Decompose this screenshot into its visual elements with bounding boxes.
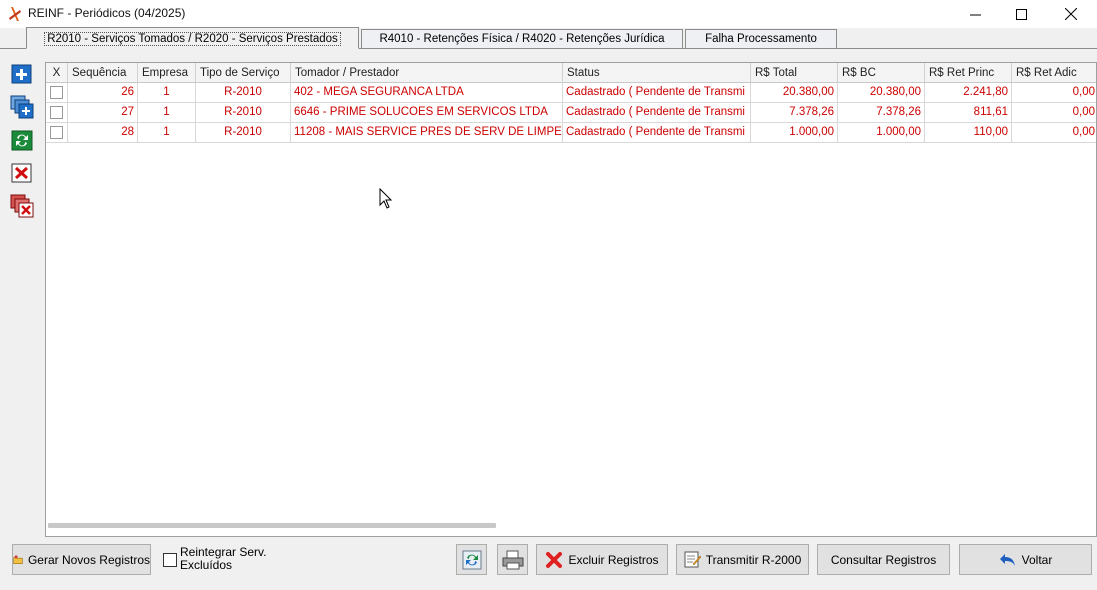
table-row[interactable]: 27 1 R-2010 6646 - PRIME SOLUCOES EM SER…	[46, 103, 1096, 123]
reintegrar-checkbox-group[interactable]: Reintegrar Serv. Excluídos	[163, 545, 283, 577]
gerar-novos-registros-button[interactable]: Gerar Novos Registros	[12, 544, 151, 575]
col-header-tomador[interactable]: Tomador / Prestador	[291, 63, 563, 83]
minimize-button[interactable]	[952, 0, 998, 28]
consultar-label: Consultar Registros	[830, 552, 937, 567]
row-checkbox[interactable]	[50, 106, 63, 119]
cell-status: Cadastrado ( Pendente de Transmi	[563, 103, 751, 122]
tab-label: R2010 - Serviços Tomados / R2020 - Servi…	[44, 32, 341, 46]
row-checkbox[interactable]	[50, 86, 63, 99]
table-row[interactable]: 28 1 R-2010 11208 - MAIS SERVICE PRES DE…	[46, 123, 1096, 143]
refresh-icon	[11, 130, 33, 151]
col-header-empresa[interactable]: Empresa	[138, 63, 196, 83]
excluir-registros-button[interactable]: Excluir Registros	[536, 544, 668, 575]
tab-falha-processamento[interactable]: Falha Processamento	[685, 29, 837, 48]
gerar-label: Gerar Novos Registros	[27, 552, 150, 567]
cell-tipo: R-2010	[196, 83, 291, 102]
title-bar: REINF - Periódicos (04/2025)	[0, 0, 1097, 28]
cell-total: 20.380,00	[751, 83, 838, 102]
app-logo-icon	[9, 7, 21, 21]
consultar-registros-button[interactable]: Consultar Registros	[817, 544, 950, 575]
horizontal-scrollbar[interactable]	[48, 523, 496, 528]
folder-icon	[13, 554, 23, 564]
cell-total: 7.378,26	[751, 103, 838, 122]
cell-ret-adic: 0,00	[1072, 106, 1095, 118]
col-header-x[interactable]: X	[46, 63, 68, 83]
col-header-status[interactable]: Status	[563, 63, 751, 83]
delete-icon	[11, 163, 32, 183]
row-select-cell	[46, 103, 68, 122]
row-select-cell	[46, 83, 68, 102]
cell-ret-princ: 110,00	[925, 123, 1012, 142]
delete-x-icon	[546, 551, 563, 568]
print-button[interactable]	[497, 544, 528, 575]
col-header-ret-princ[interactable]: R$ Ret Princ	[925, 63, 1012, 83]
cell-status: Cadastrado ( Pendente de Transmi	[563, 83, 751, 102]
delete-multiple-icon	[10, 194, 34, 218]
close-icon	[1065, 8, 1077, 20]
cell-ret-adic: 0,00	[1072, 126, 1095, 138]
voltar-label: Voltar	[1021, 552, 1053, 567]
bottom-bar: Gerar Novos Registros Reintegrar Serv. E…	[0, 537, 1097, 590]
add-multiple-button[interactable]	[10, 95, 34, 119]
maximize-icon	[1015, 8, 1027, 20]
cell-ret-princ: 811,61	[925, 103, 1012, 122]
row-select-cell	[46, 123, 68, 142]
add-icon	[11, 64, 32, 84]
col-header-ret-adic[interactable]: R$ Ret Adic	[1012, 63, 1096, 83]
add-multiple-icon	[10, 95, 34, 119]
cell-empresa: 1	[138, 123, 196, 142]
refresh-button[interactable]	[10, 128, 34, 152]
refresh-bottom-button[interactable]	[456, 544, 487, 575]
minimize-icon	[969, 14, 981, 15]
cell-bc: 20.380,00	[838, 83, 925, 102]
reintegrar-label-line2: Excluídos	[180, 558, 233, 572]
table-row[interactable]: 26 1 R-2010 402 - MEGA SEGURANCA LTDA Ca…	[46, 83, 1096, 103]
cell-sequencia: 27	[68, 103, 138, 122]
transmitir-label: Transmitir R-2000	[705, 552, 802, 567]
maximize-button[interactable]	[998, 0, 1044, 28]
tab-r2010[interactable]: R2010 - Serviços Tomados / R2020 - Servi…	[26, 27, 359, 49]
excluir-label: Excluir Registros	[568, 552, 659, 567]
cell-bc: 1.000,00	[838, 123, 925, 142]
cell-sequencia: 28	[68, 123, 138, 142]
cell-sequencia: 26	[68, 83, 138, 102]
tab-r4010[interactable]: R4010 - Retenções Física / R4020 - Reten…	[361, 29, 683, 48]
col-header-bc[interactable]: R$ BC	[838, 63, 925, 83]
add-record-button[interactable]	[10, 62, 34, 86]
col-header-sequencia[interactable]: Sequência	[68, 63, 138, 83]
cell-tipo: R-2010	[196, 103, 291, 122]
cell-status: Cadastrado ( Pendente de Transmi	[563, 123, 751, 142]
cell-ret-princ: 2.241,80	[925, 83, 1012, 102]
row-checkbox[interactable]	[50, 126, 63, 139]
grid-header: X Sequência Empresa Tipo de Serviço Toma…	[46, 63, 1096, 83]
cell-empresa: 1	[138, 83, 196, 102]
delete-record-button[interactable]	[10, 161, 34, 185]
mouse-cursor-icon	[379, 188, 393, 209]
cell-total: 1.000,00	[751, 123, 838, 142]
refresh-icon	[462, 550, 481, 569]
cell-empresa: 1	[138, 103, 196, 122]
delete-multiple-button[interactable]	[10, 194, 34, 218]
records-grid: X Sequência Empresa Tipo de Serviço Toma…	[45, 62, 1097, 537]
reintegrar-checkbox[interactable]	[163, 553, 177, 567]
reintegrar-label: Reintegrar Serv. Excluídos	[180, 546, 266, 572]
cell-tomador: 402 - MEGA SEGURANCA LTDA	[291, 83, 563, 102]
cell-ret-adic: 0,00	[1072, 86, 1095, 98]
col-header-tipo[interactable]: Tipo de Serviço	[196, 63, 291, 83]
window-title: REINF - Periódicos (04/2025)	[28, 6, 186, 20]
tab-label: Falha Processamento	[705, 33, 817, 45]
cell-bc: 7.378,26	[838, 103, 925, 122]
close-button[interactable]	[1048, 0, 1094, 28]
cell-tomador: 11208 - MAIS SERVICE PRES DE SERV DE LIM…	[291, 123, 563, 142]
tab-label: R4010 - Retenções Física / R4020 - Reten…	[379, 33, 665, 45]
tab-strip: R2010 - Serviços Tomados / R2020 - Servi…	[0, 27, 1097, 49]
voltar-button[interactable]: Voltar	[959, 544, 1092, 575]
cell-tomador: 6646 - PRIME SOLUCOES EM SERVICOS LTDA	[291, 103, 563, 122]
undo-arrow-icon	[999, 553, 1015, 566]
cell-tipo: R-2010	[196, 123, 291, 142]
col-header-total[interactable]: R$ Total	[751, 63, 838, 83]
printer-icon	[502, 550, 523, 569]
transmit-document-icon	[684, 551, 701, 568]
transmitir-r2000-button[interactable]: Transmitir R-2000	[676, 544, 809, 575]
